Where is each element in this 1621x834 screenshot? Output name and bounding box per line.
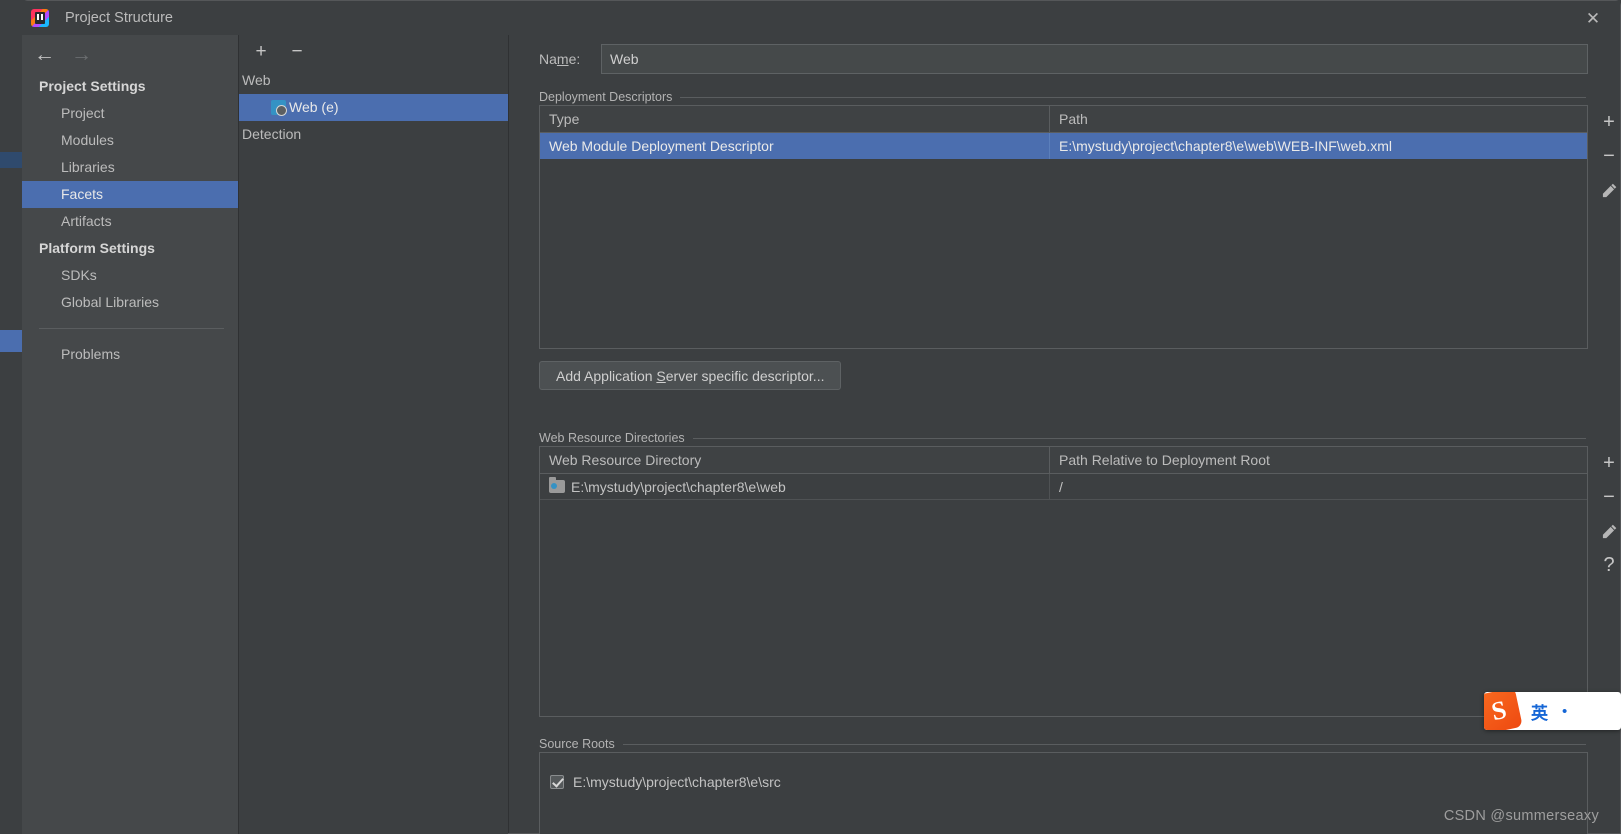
sidebar-item-artifacts[interactable]: Artifacts	[22, 208, 238, 235]
project-structure-dialog: Project Structure ✕ ← → Project Settings…	[22, 0, 1621, 834]
cell-path: E:\mystudy\project\chapter8\e\web\WEB-IN…	[1049, 133, 1587, 159]
source-root-checkbox[interactable]	[550, 775, 564, 789]
section-rule	[692, 437, 1586, 439]
table-row[interactable]: E:\mystudy\project\chapter8\e\web /	[540, 473, 1587, 500]
sidebar-item-global-libraries[interactable]: Global Libraries	[22, 289, 238, 316]
web-facet-icon	[271, 100, 287, 116]
add-app-server-descriptor-button[interactable]: Add Application Server specific descript…	[539, 361, 842, 390]
column-header-path-relative[interactable]: Path Relative to Deployment Root	[1049, 447, 1587, 473]
sidebar-divider	[39, 328, 224, 329]
remove-web-resource-icon[interactable]: −	[1594, 480, 1621, 514]
sidebar-item-problems[interactable]: Problems	[22, 341, 238, 368]
csdn-watermark: CSDN @summerseaxy	[1443, 808, 1599, 824]
facets-panel: + − Web Web (e) Detection	[238, 35, 508, 834]
section-rule	[622, 743, 1586, 745]
source-roots-section-title: Source Roots	[539, 737, 1586, 751]
web-resource-directories-tools: + − ?	[1592, 446, 1621, 582]
intellij-idea-icon	[31, 9, 49, 27]
settings-sidebar: ← → Project Settings Project Modules Lib…	[22, 35, 238, 834]
facet-tree-label: Detection	[242, 126, 302, 142]
remove-facet-icon[interactable]: −	[287, 41, 307, 61]
sidebar-nav-buttons: ← →	[22, 35, 238, 73]
web-resource-directories-section-title: Web Resource Directories	[539, 431, 1586, 445]
folder-icon	[549, 477, 565, 493]
cell-type: Web Module Deployment Descriptor	[549, 138, 774, 154]
sogou-logo-icon: S	[1484, 692, 1523, 730]
add-facet-icon[interactable]: +	[251, 41, 271, 61]
help-icon[interactable]: ?	[1594, 548, 1621, 582]
sidebar-item-modules[interactable]: Modules	[22, 127, 238, 154]
window-title: Project Structure	[65, 10, 173, 26]
source-roots-table: E:\mystudy\project\chapter8\e\src	[539, 752, 1588, 834]
sidebar-item-sdks[interactable]: SDKs	[22, 262, 238, 289]
sidebar-item-libraries[interactable]: Libraries	[22, 154, 238, 181]
list-item[interactable]: E:\mystudy\project\chapter8\e\src	[540, 769, 1587, 795]
column-header-type[interactable]: Type	[540, 106, 1049, 132]
name-row: Name:	[539, 44, 1588, 74]
forward-arrow-icon: →	[71, 42, 92, 66]
sidebar-group-project-settings: Project Settings Project Modules Librari…	[22, 73, 238, 235]
sidebar-group-label: Platform Settings	[39, 240, 155, 256]
cell-relative-path: /	[1049, 473, 1587, 500]
source-root-path: E:\mystudy\project\chapter8\e\src	[573, 774, 781, 790]
facet-tree-node-detection[interactable]: Detection	[239, 121, 508, 148]
section-rule	[680, 96, 1586, 98]
column-header-web-resource-directory[interactable]: Web Resource Directory	[540, 447, 1049, 473]
cell-web-resource-directory: E:\mystudy\project\chapter8\e\web	[540, 474, 1049, 500]
facet-tree-node-web-e[interactable]: Web (e)	[239, 94, 508, 121]
deployment-descriptors-tools: + −	[1592, 105, 1621, 207]
close-icon[interactable]: ✕	[1580, 6, 1606, 30]
name-input[interactable]	[601, 44, 1588, 74]
facet-tree-label: Web (e)	[289, 99, 339, 115]
back-arrow-icon[interactable]: ←	[34, 44, 55, 65]
ime-dot-icon[interactable]: •	[1562, 703, 1567, 720]
deployment-descriptors-section-title: Deployment Descriptors	[539, 90, 1586, 104]
sidebar-group-label: Project Settings	[39, 78, 146, 94]
ime-mode-label[interactable]: 英	[1531, 699, 1548, 724]
facet-tree-label: Web	[242, 72, 271, 88]
table-row[interactable]: Web Module Deployment Descriptor E:\myst…	[540, 133, 1587, 159]
screen-root: Project Structure ✕ ← → Project Settings…	[0, 0, 1621, 834]
title-bar: Project Structure ✕	[22, 1, 1620, 35]
sidebar-item-facets[interactable]: Facets	[22, 181, 238, 208]
pencil-icon[interactable]	[1594, 514, 1621, 548]
sidebar-item-project[interactable]: Project	[22, 100, 238, 127]
facet-detail-pane: Name: Deployment Descriptors Type Path W…	[508, 35, 1621, 834]
table-header-row: Web Resource Directory Path Relative to …	[540, 447, 1587, 474]
web-resource-directories-table: Web Resource Directory Path Relative to …	[539, 446, 1588, 717]
table-header-row: Type Path	[540, 106, 1587, 133]
sogou-ime-bar[interactable]: S 英 •	[1484, 692, 1621, 730]
deployment-descriptors-table: Type Path Web Module Deployment Descript…	[539, 105, 1588, 349]
facet-tree-node-web[interactable]: Web	[239, 67, 508, 94]
background-ide-strip	[0, 0, 22, 834]
facets-toolbar: + −	[239, 35, 508, 67]
add-web-resource-icon[interactable]: +	[1594, 446, 1621, 480]
name-label: Name:	[539, 51, 581, 67]
sidebar-group-platform-settings: Platform Settings SDKs Global Libraries	[22, 235, 238, 316]
add-descriptor-icon[interactable]: +	[1594, 105, 1621, 139]
column-header-path[interactable]: Path	[1049, 106, 1587, 132]
remove-descriptor-icon[interactable]: −	[1594, 139, 1621, 173]
pencil-icon[interactable]	[1594, 173, 1621, 207]
